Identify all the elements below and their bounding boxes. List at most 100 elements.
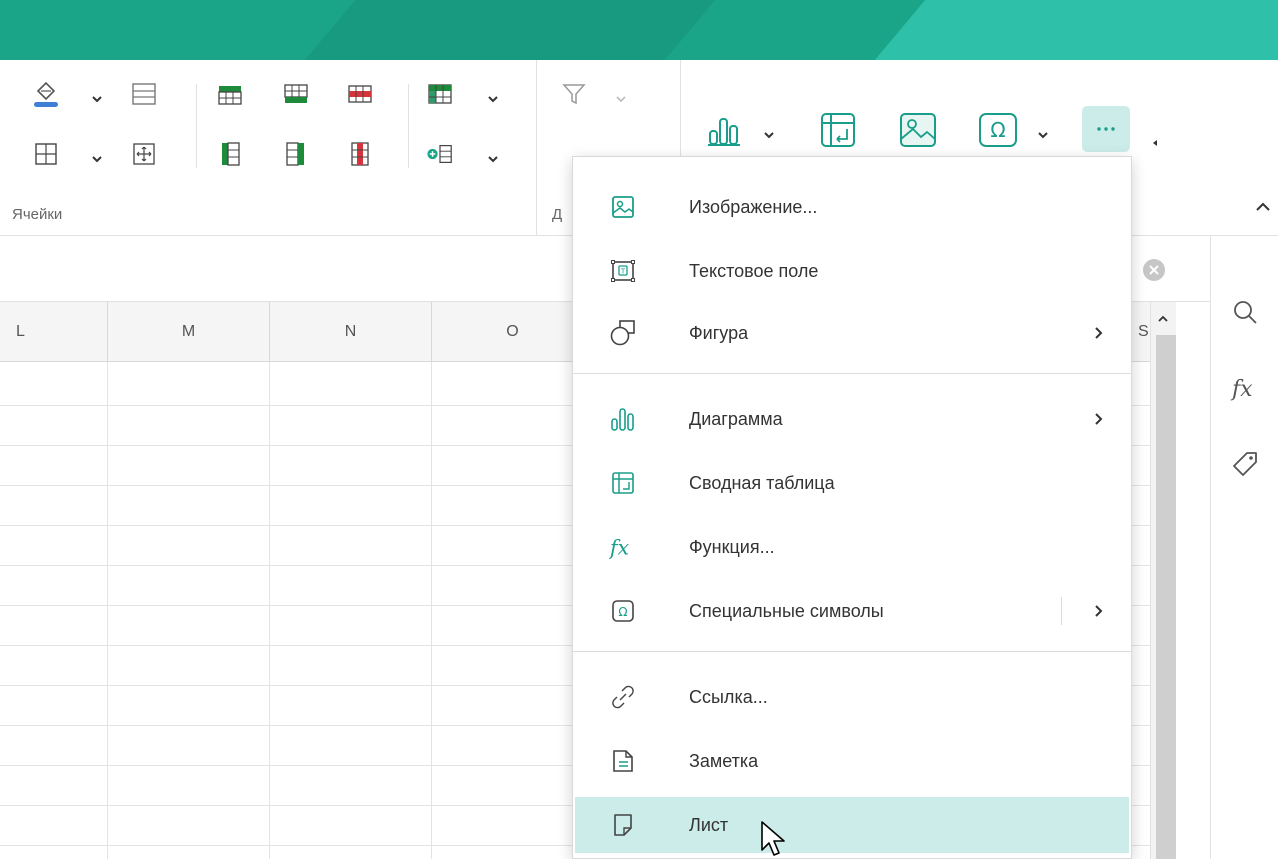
image-icon [609,193,637,221]
chevron-down-icon[interactable] [90,92,104,106]
tag-button[interactable] [1225,444,1265,484]
chevron-down-icon[interactable] [1036,128,1050,142]
scroll-up-button[interactable] [1150,306,1176,332]
chevron-down-icon[interactable] [90,152,104,166]
fill-color-button[interactable] [32,78,60,107]
insert-cells-icon [427,144,452,164]
menu-item-function[interactable]: fx Функция... [575,519,1129,575]
more-dots-icon [1097,127,1115,131]
function-icon: fx [1230,377,1253,402]
column-header[interactable]: M [108,302,270,362]
more-button[interactable] [1082,106,1130,152]
delete-row-icon [348,85,372,103]
data-group-label: Д [552,206,563,223]
column-header[interactable]: O [432,302,594,362]
chevron-right-icon [1095,413,1103,425]
function-panel-button[interactable]: fx [1225,368,1265,408]
move-arrows-icon [133,143,155,165]
chevron-right-icon[interactable] [1089,601,1109,621]
special-symbol-icon: Ω [609,597,637,625]
menu-item-label: Заметка [689,751,759,771]
menu-item-text-box[interactable]: T Текстовое поле [575,243,1129,299]
menu-item-shape[interactable]: Фигура [575,305,1129,361]
menu-item-note[interactable]: Заметка [575,733,1129,789]
image-button[interactable] [898,110,938,150]
insert-column-icon [286,142,304,166]
chevron-right-icon [1095,327,1103,339]
delete-column-icon [351,142,369,166]
menu-item-label: Диаграмма [689,409,783,429]
menu-item-label: Фигура [689,323,749,343]
menu-item-label: Специальные символы [689,601,884,621]
table-style-icon [428,84,452,104]
svg-text:Ω: Ω [618,605,627,619]
filter-button[interactable] [560,80,588,108]
pivot-table-button[interactable] [818,110,858,150]
insert-column-right-button[interactable] [282,140,310,168]
svg-text:Ω: Ω [990,118,1005,142]
menu-item-special-symbols[interactable]: Ω Специальные символы [575,583,1129,639]
merge-cells-button[interactable] [130,80,158,108]
chevron-down-icon[interactable] [486,92,500,106]
menu-item-image[interactable]: Изображение... [575,179,1129,235]
title-bar-decoration [874,0,1278,60]
chevron-up-icon [1158,315,1168,322]
autofit-button[interactable] [130,140,158,168]
svg-text:fx: fx [1230,377,1253,402]
table-style-button[interactable] [426,80,454,108]
chevron-down-icon[interactable] [486,152,500,166]
chart-icon [708,118,740,146]
insert-column-left-button[interactable] [216,140,244,168]
delete-column-button[interactable] [346,140,374,168]
column-header[interactable]: N [270,302,432,362]
image-icon [900,113,936,147]
menu-item-label: Текстовое поле [689,261,819,281]
sheet-icon [609,811,637,839]
chevron-down-icon[interactable] [762,128,776,142]
search-button[interactable] [1225,292,1265,332]
svg-text:T: T [620,268,626,276]
scrollbar-thumb[interactable] [1156,335,1176,859]
chart-button[interactable] [706,112,750,148]
borders-button[interactable] [32,140,60,168]
insert-row-icon [218,86,242,105]
pivot-table-icon [821,113,855,147]
search-icon [1234,301,1257,324]
menu-item-sheet[interactable]: Лист [575,797,1129,853]
text-box-icon: T [609,257,637,285]
separator [408,84,409,168]
menu-item-label: Лист [689,815,729,835]
menu-item-link[interactable]: Ссылка... [575,669,1129,725]
pivot-table-icon [609,469,637,497]
menu-item-label: Ссылка... [689,687,768,707]
split-separator [1061,597,1062,625]
function-icon: fx [609,533,637,561]
special-symbol-button[interactable]: Ω [978,112,1018,148]
side-panel: fx [1210,236,1278,859]
merge-cells-icon [132,83,156,105]
title-bar [0,0,1278,60]
insert-row-below-button[interactable] [282,80,310,108]
column-header[interactable]: L [0,302,108,362]
insert-more-menu: Изображение... T Текстовое поле Фигура Д… [572,156,1132,859]
shape-icon [609,319,637,347]
clear-icon[interactable] [1142,258,1166,282]
chevron-down-icon[interactable] [614,92,628,106]
delete-row-button[interactable] [346,80,374,108]
separator [680,60,681,160]
menu-item-label: Сводная таблица [689,473,835,493]
insert-cells-button[interactable] [426,140,454,168]
menu-item-label: Функция... [689,537,775,557]
omega-icon: Ω [979,113,1017,147]
svg-text:fx: fx [609,535,630,559]
note-icon [609,747,637,775]
title-bar-decoration [304,0,716,60]
menu-item-chart[interactable]: Диаграмма [575,391,1129,447]
menu-separator [573,651,1131,652]
paint-bucket-icon [34,81,58,107]
menu-item-pivot-table[interactable]: Сводная таблица [575,455,1129,511]
separator [196,84,197,168]
scroll-left-icon[interactable] [1150,138,1160,148]
insert-row-above-button[interactable] [216,80,244,108]
collapse-ribbon-icon[interactable] [1254,198,1272,216]
